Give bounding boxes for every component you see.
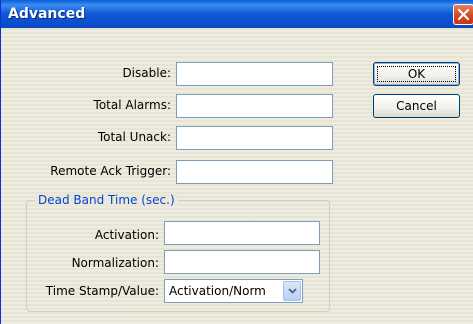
close-icon (458, 9, 469, 20)
total-alarms-field[interactable] (176, 94, 333, 118)
dropdown-button[interactable] (283, 281, 301, 301)
window-title: Advanced (8, 6, 86, 22)
remote-ack-trigger-field[interactable] (176, 160, 333, 184)
ok-button[interactable]: OK (373, 62, 460, 86)
cancel-button-label: Cancel (396, 99, 437, 113)
total-alarms-label: Total Alarms: (93, 98, 171, 112)
dialog-body: Disable: Total Alarms: Total Unack: Remo… (1, 28, 473, 324)
title-bar[interactable]: Advanced (1, 0, 473, 28)
time-stamp-value-label: Time Stamp/Value: (45, 284, 159, 298)
disable-field[interactable] (176, 62, 333, 86)
total-unack-label: Total Unack: (97, 130, 171, 144)
advanced-dialog: Advanced Disable: Total Alarms: Total Un… (0, 0, 473, 324)
dead-band-group-label: Dead Band Time (sec.) (35, 193, 178, 207)
disable-label: Disable: (122, 66, 171, 80)
activation-label: Activation: (94, 228, 159, 242)
time-stamp-value-select[interactable]: Activation/Norm (164, 279, 303, 303)
activation-field[interactable] (164, 221, 320, 245)
close-button[interactable] (453, 4, 473, 25)
total-unack-field[interactable] (176, 126, 333, 150)
remote-ack-trigger-label: Remote Ack Trigger: (50, 164, 171, 178)
normalization-label: Normalization: (71, 256, 159, 270)
focus-rect (377, 66, 456, 82)
time-stamp-selected-value: Activation/Norm (169, 284, 266, 298)
normalization-field[interactable] (164, 250, 320, 274)
chevron-down-icon (288, 288, 297, 294)
cancel-button[interactable]: Cancel (373, 94, 460, 118)
